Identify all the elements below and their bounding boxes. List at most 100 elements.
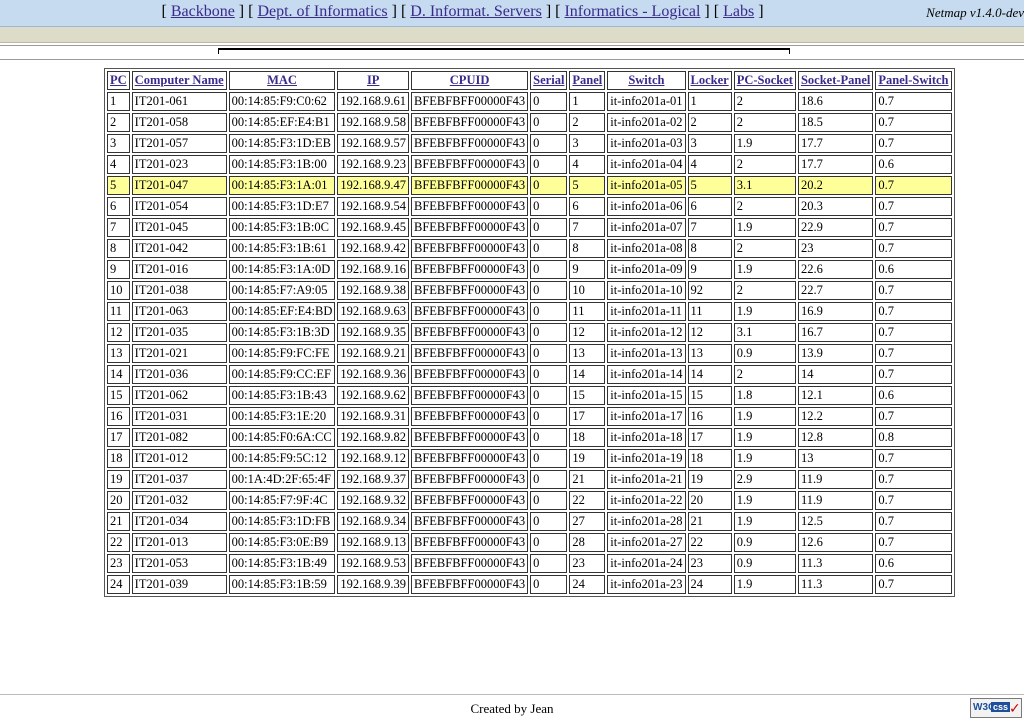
- sort-link[interactable]: PC: [110, 73, 127, 87]
- sort-link[interactable]: Panel: [572, 73, 602, 87]
- table-cell: IT201-032: [131, 491, 227, 510]
- table-cell: it-info201a-24: [607, 554, 686, 573]
- nav-link-backbone[interactable]: Backbone: [171, 3, 235, 20]
- table-cell: 2: [733, 197, 796, 216]
- nav-link-informatics-logical[interactable]: Informatics - Logical: [564, 3, 700, 20]
- table-row[interactable]: 3 IT201-057 00:14:85:F3:1D:EB 192.168.9.57 B…: [107, 134, 952, 153]
- table-cell: 14: [569, 365, 606, 384]
- table-cell: IT201-061: [131, 92, 227, 111]
- sort-link[interactable]: Serial: [533, 73, 564, 87]
- table-cell: 0.7: [875, 134, 952, 153]
- table-row[interactable]: 19 IT201-037 00:1A:4D:2F:65:4F 192.168.9.37…: [107, 470, 952, 489]
- table-cell: it-info201a-18: [607, 428, 686, 447]
- table-cell: 16.9: [797, 302, 874, 321]
- table-cell: 18: [569, 428, 606, 447]
- table-row[interactable]: 2 IT201-058 00:14:85:EF:E4:B1 192.168.9.58 B…: [107, 113, 952, 132]
- table-cell: 0: [530, 428, 568, 447]
- table-row[interactable]: 24 IT201-039 00:14:85:F3:1B:59 192.168.9.39…: [107, 575, 952, 594]
- table-row[interactable]: 6 IT201-054 00:14:85:F3:1D:E7 192.168.9.54 B…: [107, 197, 952, 216]
- table-cell: 17.7: [797, 155, 874, 174]
- table-cell: 0.7: [875, 281, 952, 300]
- table-cell: 1.9: [733, 260, 796, 279]
- table-cell: 4: [569, 155, 606, 174]
- table-cell: 0.7: [875, 449, 952, 468]
- divider: [0, 59, 1024, 60]
- column-header: Socket-Panel: [797, 71, 874, 90]
- table-cell: 0.7: [875, 218, 952, 237]
- sort-link[interactable]: PC-Socket: [737, 73, 793, 87]
- footer-credit: Created by Jean: [470, 701, 554, 716]
- table-cell: 0: [530, 512, 568, 531]
- table-cell: 2: [733, 113, 796, 132]
- table-cell: 18.6: [797, 92, 874, 111]
- table-cell: BFEBFBFF00000F43: [411, 113, 529, 132]
- sort-link[interactable]: Socket-Panel: [801, 73, 870, 87]
- nav-link-informat-servers[interactable]: D. Informat. Servers: [410, 3, 542, 20]
- table-row[interactable]: 1 IT201-061 00:14:85:F9:C0:62 192.168.9.61 B…: [107, 92, 952, 111]
- table-cell: 14: [107, 365, 130, 384]
- table-cell: BFEBFBFF00000F43: [411, 92, 529, 111]
- table-cell: 00:14:85:F7:A9:05: [228, 281, 336, 300]
- table-row[interactable]: 4 IT201-023 00:14:85:F3:1B:00 192.168.9.23 B…: [107, 155, 952, 174]
- table-row[interactable]: 11 IT201-063 00:14:85:EF:E4:BD 192.168.9.63…: [107, 302, 952, 321]
- table-cell: 0: [530, 239, 568, 258]
- table-cell: 0.7: [875, 197, 952, 216]
- table-cell: IT201-036: [131, 365, 227, 384]
- table-row[interactable]: 13 IT201-021 00:14:85:F9:FC:FE 192.168.9.21…: [107, 344, 952, 363]
- table-cell: 17: [107, 428, 130, 447]
- sort-link[interactable]: Computer Name: [135, 73, 224, 87]
- table-cell: it-info201a-08: [607, 239, 686, 258]
- table-cell: 23: [107, 554, 130, 573]
- table-cell: 5: [569, 176, 606, 195]
- nav-link-labs[interactable]: Labs: [723, 3, 754, 20]
- sort-link[interactable]: Switch: [628, 73, 664, 87]
- table-cell: 19: [569, 449, 606, 468]
- table-cell: 0.7: [875, 344, 952, 363]
- table-row[interactable]: 18 IT201-012 00:14:85:F9:5C:12 192.168.9.12…: [107, 449, 952, 468]
- column-header: IP: [337, 71, 409, 90]
- table-cell: 192.168.9.45: [337, 218, 409, 237]
- table-row[interactable]: 17 IT201-082 00:14:85:F0:6A:CC 192.168.9.82…: [107, 428, 952, 447]
- table-cell: 9: [107, 260, 130, 279]
- table-row[interactable]: 20 IT201-032 00:14:85:F7:9F:4C 192.168.9.32…: [107, 491, 952, 510]
- table-row[interactable]: 16 IT201-031 00:14:85:F3:1E:20 192.168.9.31…: [107, 407, 952, 426]
- table-row[interactable]: 23 IT201-053 00:14:85:F3:1B:49 192.168.9.53…: [107, 554, 952, 573]
- table-cell: 23: [569, 554, 606, 573]
- table-cell: 192.168.9.61: [337, 92, 409, 111]
- table-cell: 0: [530, 281, 568, 300]
- toolbar-strip: [0, 27, 1024, 43]
- nav-link-dept-informatics[interactable]: Dept. of Informatics: [257, 3, 387, 20]
- table-row[interactable]: 7 IT201-045 00:14:85:F3:1B:0C 192.168.9.45 B…: [107, 218, 952, 237]
- sort-link[interactable]: MAC: [267, 73, 297, 87]
- table-cell: 00:14:85:EF:E4:B1: [228, 113, 336, 132]
- table-cell: 27: [569, 512, 606, 531]
- sort-link[interactable]: Locker: [691, 73, 729, 87]
- table-cell: 00:14:85:F3:1D:EB: [228, 134, 336, 153]
- sort-link[interactable]: CPUID: [450, 73, 490, 87]
- table-cell: 0.9: [733, 554, 796, 573]
- table-cell: 0.7: [875, 176, 952, 195]
- table-cell: 192.168.9.12: [337, 449, 409, 468]
- table-row[interactable]: 15 IT201-062 00:14:85:F3:1B:43 192.168.9.62…: [107, 386, 952, 405]
- table-row[interactable]: 12 IT201-035 00:14:85:F3:1B:3D 192.168.9.35…: [107, 323, 952, 342]
- table-cell: 15: [687, 386, 732, 405]
- table-cell: 0.7: [875, 365, 952, 384]
- table-row[interactable]: 8 IT201-042 00:14:85:F3:1B:61 192.168.9.42 B…: [107, 239, 952, 258]
- table-row[interactable]: 22 IT201-013 00:14:85:F3:0E:B9 192.168.9.13…: [107, 533, 952, 552]
- table-cell: 92: [687, 281, 732, 300]
- table-row[interactable]: 5 IT201-047 00:14:85:F3:1A:01 192.168.9.47 B…: [107, 176, 952, 195]
- table-cell: 0: [530, 575, 568, 594]
- w3c-css-badge[interactable]: W3C css ✓: [970, 698, 1022, 718]
- table-cell: 17: [687, 428, 732, 447]
- table-cell: 00:14:85:F3:1A:01: [228, 176, 336, 195]
- table-cell: 0.7: [875, 470, 952, 489]
- sort-link[interactable]: IP: [367, 73, 380, 87]
- table-cell: 0: [530, 218, 568, 237]
- table-row[interactable]: 21 IT201-034 00:14:85:F3:1D:FB 192.168.9.34…: [107, 512, 952, 531]
- footer-divider: [0, 694, 1024, 695]
- sort-link[interactable]: Panel-Switch: [878, 73, 948, 87]
- table-row[interactable]: 14 IT201-036 00:14:85:F9:CC:EF 192.168.9.36…: [107, 365, 952, 384]
- table-row[interactable]: 10 IT201-038 00:14:85:F7:A9:05 192.168.9.38…: [107, 281, 952, 300]
- table-cell: 0.7: [875, 92, 952, 111]
- table-row[interactable]: 9 IT201-016 00:14:85:F3:1A:0D 192.168.9.16 B…: [107, 260, 952, 279]
